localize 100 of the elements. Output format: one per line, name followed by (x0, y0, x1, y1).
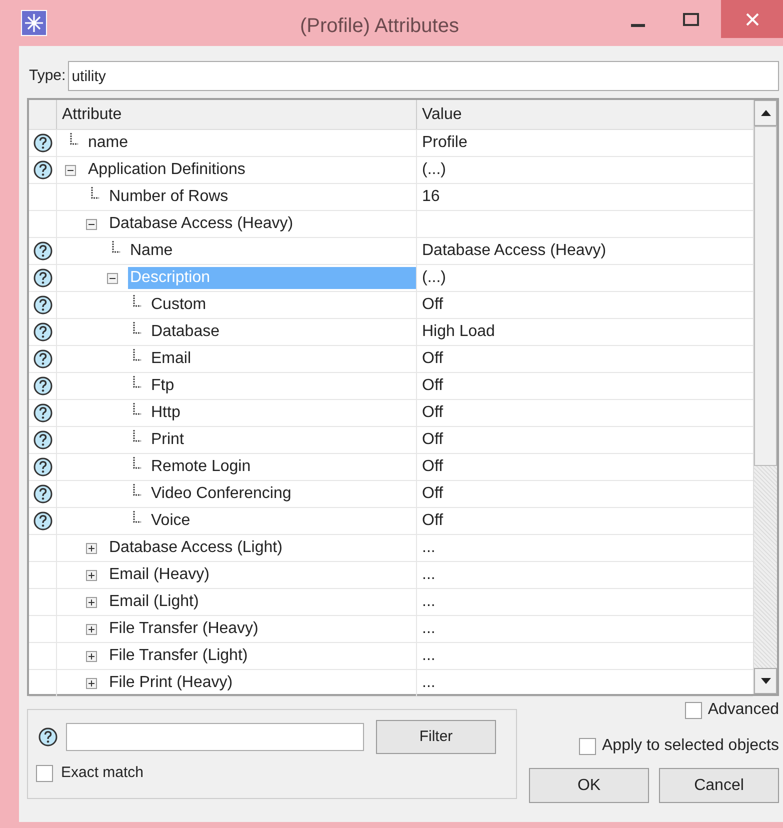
window-title: (Profile) Attributes (300, 14, 459, 39)
attribute-value[interactable]: ... (422, 617, 436, 641)
attribute-value[interactable]: ... (422, 671, 436, 695)
column-header[interactable]: Value (417, 100, 753, 129)
attribute-value[interactable]: ... (422, 644, 436, 668)
collapse-icon[interactable] (107, 272, 118, 284)
attribute-name[interactable]: Email (Light) (107, 591, 201, 613)
expand-icon[interactable] (86, 542, 97, 554)
attribute-value[interactable]: Off (422, 347, 444, 371)
expand-icon[interactable] (86, 570, 97, 580)
tree-connector-icon (133, 484, 141, 496)
checkbox-label[interactable]: Apply to selected objects (602, 734, 779, 758)
attribute-name[interactable]: Remote Login (149, 456, 253, 478)
tree-connector-icon (133, 511, 141, 523)
app-icon (21, 10, 47, 36)
attribute-value[interactable]: Off (422, 482, 444, 506)
attribute-name[interactable]: Video Conferencing (149, 483, 294, 505)
attribute-value[interactable]: ... (422, 536, 436, 560)
close-icon[interactable] (746, 12, 758, 26)
attribute-name[interactable]: Print (149, 429, 186, 451)
attribute-name[interactable]: Email (Heavy) (107, 564, 212, 586)
help-icon[interactable] (32, 457, 52, 477)
attribute-name[interactable]: Database Access (Light) (107, 537, 284, 559)
attribute-name[interactable]: Ftp (149, 375, 176, 397)
attribute-value[interactable]: Off (422, 509, 444, 533)
tree-connector-icon (133, 403, 141, 415)
scroll-up-button[interactable] (754, 100, 777, 126)
attribute-name[interactable]: Name (128, 240, 175, 262)
maximize-icon[interactable] (683, 12, 699, 26)
attribute-value[interactable]: Off (422, 293, 444, 317)
filter-field[interactable] (66, 723, 364, 751)
expand-icon[interactable] (86, 596, 97, 608)
attribute-value[interactable]: Database Access (Heavy) (422, 239, 606, 263)
checkbox-label[interactable]: Exact match (61, 762, 144, 784)
help-icon[interactable] (32, 403, 52, 423)
scroll-thumb[interactable] (754, 126, 777, 466)
attribute-value[interactable]: ... (422, 590, 436, 614)
attribute-value[interactable]: Off (422, 374, 444, 398)
attribute-name[interactable]: Database Access (Heavy) (107, 213, 296, 235)
checkbox-label[interactable]: Advanced (708, 698, 779, 722)
help-icon[interactable] (32, 133, 52, 153)
scrollbar[interactable] (753, 100, 777, 694)
expand-icon[interactable] (86, 624, 97, 634)
attribute-name[interactable]: Voice (149, 510, 192, 532)
cancel-button[interactable]: Cancel (659, 768, 779, 803)
close-button[interactable] (721, 0, 783, 38)
attribute-value[interactable]: Off (422, 455, 444, 479)
help-icon[interactable] (32, 430, 52, 450)
tree-connector-icon (133, 322, 141, 334)
attribute-name[interactable]: Number of Rows (107, 186, 230, 208)
help-icon[interactable] (32, 484, 52, 504)
attribute-name[interactable]: File Transfer (Heavy) (107, 618, 260, 640)
collapse-icon[interactable] (86, 218, 97, 230)
tree-connector-icon (133, 430, 141, 442)
tree-connector-icon (112, 241, 120, 253)
tree-connector-icon (133, 457, 141, 469)
scroll-down-button[interactable] (754, 668, 777, 694)
attribute-value[interactable]: Off (422, 401, 444, 425)
attribute-value[interactable]: (...) (422, 158, 446, 182)
ok-button[interactable]: OK (529, 768, 649, 803)
type-label: Type: (28, 66, 66, 86)
expand-icon[interactable] (86, 650, 97, 662)
collapse-icon[interactable] (65, 164, 76, 176)
attribute-name[interactable]: Http (149, 402, 182, 424)
attribute-value[interactable]: High Load (422, 320, 495, 344)
help-icon[interactable] (32, 376, 52, 396)
attribute-name[interactable]: Application Definitions (86, 159, 248, 181)
tree-connector-icon (133, 295, 141, 307)
attribute-value[interactable]: ... (422, 563, 436, 587)
attribute-name[interactable]: Custom (149, 294, 208, 316)
checkbox[interactable] (36, 764, 53, 782)
attribute-name[interactable]: name (86, 132, 130, 154)
help-icon[interactable] (38, 727, 58, 747)
attribute-value[interactable]: (...) (422, 266, 446, 290)
up-arrow-icon[interactable] (760, 110, 770, 116)
attribute-name[interactable]: Email (149, 348, 194, 370)
help-icon[interactable] (32, 349, 52, 369)
attribute-value[interactable]: Off (422, 428, 444, 452)
help-icon[interactable] (32, 295, 52, 315)
down-arrow-icon[interactable] (760, 678, 770, 684)
attribute-value[interactable]: 16 (422, 185, 440, 209)
attribute-name[interactable]: Database (149, 321, 222, 343)
minimize-icon[interactable] (631, 24, 645, 28)
tree-connector-icon (91, 187, 99, 199)
help-icon[interactable] (32, 160, 52, 180)
checkbox[interactable] (684, 702, 702, 718)
attribute-name[interactable]: File Print (Heavy) (107, 672, 235, 694)
filter-button[interactable]: Filter (376, 720, 496, 754)
attribute-value[interactable]: Profile (422, 131, 468, 155)
tree-connector-icon (133, 376, 141, 388)
attribute-name[interactable]: File Transfer (Light) (107, 645, 250, 667)
help-icon[interactable] (32, 241, 52, 261)
column-header[interactable]: Attribute (57, 100, 417, 129)
help-icon[interactable] (32, 268, 52, 288)
expand-icon[interactable] (86, 678, 97, 688)
help-icon[interactable] (32, 322, 52, 342)
checkbox[interactable] (579, 738, 596, 754)
tree-connector-icon (133, 349, 141, 361)
type-field[interactable]: utility (68, 61, 779, 91)
help-icon[interactable] (32, 511, 52, 531)
